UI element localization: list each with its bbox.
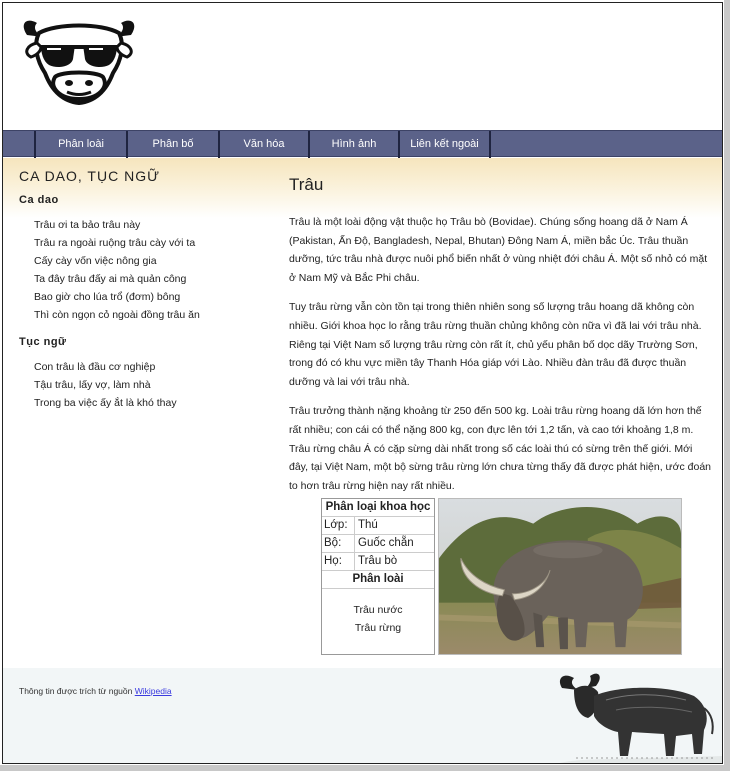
- list-item: Bao giờ cho lúa trổ (đơm) bông: [34, 291, 181, 303]
- taxonomy-subheading: Phân loài: [322, 571, 434, 589]
- sidebar: CA DAO, TỤC NGỮ Ca dao Trâu ơi ta bảo tr…: [19, 168, 249, 424]
- taxonomy-key: Lớp:: [322, 517, 355, 534]
- table-row: Họ: Trâu bò: [322, 553, 434, 571]
- taxonomy-value: Trâu bò: [358, 555, 398, 567]
- nav-phan-bo[interactable]: Phân bố: [126, 131, 218, 158]
- taxonomy-title: Phân loại khoa học: [322, 499, 434, 517]
- footer: Thông tin được trích từ nguồn Wikipedia: [3, 668, 722, 763]
- buffalo-photo: [438, 498, 682, 655]
- buffalo-sketch-icon: [559, 673, 722, 763]
- main-content: Trâu Trâu là một loài động vật thuộc họ …: [289, 175, 713, 506]
- list-item: Con trâu là đầu cơ nghiệp: [34, 361, 156, 373]
- taxonomy-table: Phân loại khoa học Lớp: Thú Bộ: Guốc chẵ…: [321, 498, 435, 655]
- page-title: Trâu: [289, 175, 324, 194]
- table-row: Lớp: Thú: [322, 517, 434, 535]
- taxonomy-value: Thú: [358, 519, 378, 531]
- list-item: Trâu rừng: [354, 622, 402, 634]
- wikipedia-link[interactable]: Wikipedia: [135, 686, 172, 696]
- paragraph: Trâu trưởng thành nặng khoảng từ 250 đến…: [289, 405, 711, 492]
- sidebar-heading-tuc-ngu: Tục ngữ: [19, 336, 67, 348]
- sidebar-heading-ca-dao: Ca dao: [19, 194, 59, 206]
- page-frame: Phân loài Phân bố Văn hóa Hình ảnh Liên …: [2, 2, 723, 764]
- list-item: Trong ba việc ấy ắt là khó thay: [34, 397, 177, 409]
- taxonomy-key: Họ:: [322, 553, 355, 570]
- nav-hinh-anh[interactable]: Hình ảnh: [308, 131, 398, 158]
- footer-credit: Thông tin được trích từ nguồn Wikipedia: [19, 686, 172, 696]
- ca-dao-list: Trâu ơi ta bảo trâu này Trâu ra ngoài ru…: [19, 216, 249, 324]
- taxonomy-key: Bộ:: [322, 535, 355, 552]
- main-nav: Phân loài Phân bố Văn hóa Hình ảnh Liên …: [3, 130, 722, 158]
- list-item: Thì còn ngọn cỏ ngoài đồng trâu ăn: [34, 309, 200, 321]
- nav-lien-ket-ngoai[interactable]: Liên kết ngoài: [398, 131, 491, 158]
- list-item: Trâu ơi ta bảo trâu này: [34, 219, 141, 231]
- table-row: Bộ: Guốc chẵn: [322, 535, 434, 553]
- species-list: Trâu nước Trâu rừng: [322, 589, 434, 637]
- list-item: Ta đây trâu đấy ai mà quản công: [34, 273, 187, 285]
- vertical-scrollbar[interactable]: [724, 0, 730, 771]
- header: [3, 3, 722, 130]
- nav-phan-loai[interactable]: Phân loài: [34, 131, 126, 158]
- nav-van-hoa[interactable]: Văn hóa: [218, 131, 308, 158]
- taxonomy-figure: Phân loại khoa học Lớp: Thú Bộ: Guốc chẵ…: [321, 498, 682, 655]
- list-item: Cấy cày vốn việc nông gia: [34, 255, 157, 267]
- tuc-ngu-list: Con trâu là đầu cơ nghiệp Tậu trâu, lấy …: [19, 358, 249, 412]
- sidebar-title: CA DAO, TỤC NGỮ: [19, 168, 161, 184]
- list-item: Tậu trâu, lấy vợ, làm nhà: [34, 379, 151, 391]
- paragraph: Trâu là một loài động vật thuộc họ Trâu …: [289, 216, 708, 284]
- list-item: Trâu ra ngoài ruộng trâu cày với ta: [34, 237, 196, 249]
- cool-buffalo-sunglasses-icon[interactable]: [17, 15, 141, 107]
- taxonomy-value: Guốc chẵn: [358, 537, 414, 549]
- horizontal-scrollbar[interactable]: [0, 765, 730, 771]
- paragraph: Tuy trâu rừng vẫn còn tồn tại trong thiê…: [289, 301, 702, 388]
- list-item: Trâu nước: [353, 604, 403, 616]
- credit-text: Thông tin được trích từ nguồn: [19, 686, 133, 696]
